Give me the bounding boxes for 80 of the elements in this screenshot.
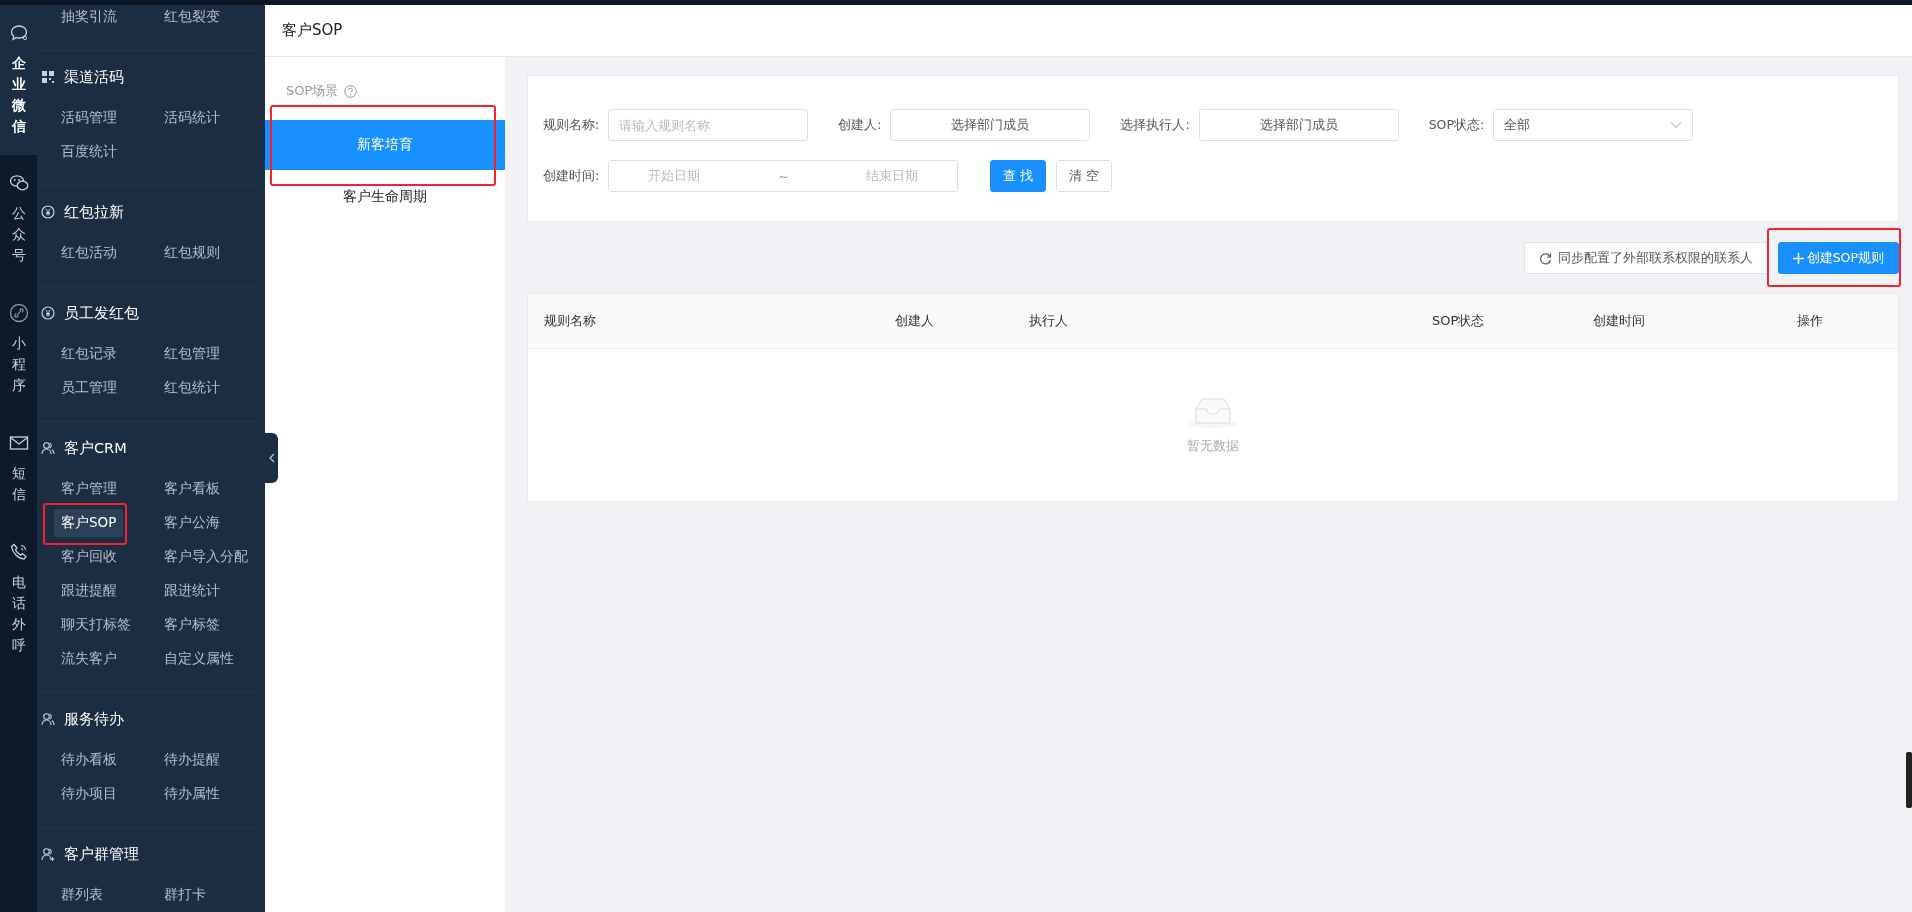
plus-icon	[1792, 252, 1804, 264]
menu-item[interactable]: 客户公海	[157, 509, 227, 537]
menu-item[interactable]: 活码统计	[157, 104, 227, 132]
scene-tab[interactable]: 客户生命周期	[265, 170, 505, 224]
chevron-left-icon	[268, 453, 275, 463]
rail-tab[interactable]: 小程序	[0, 285, 37, 415]
field-label: 创建时间:	[543, 167, 600, 185]
menu-item[interactable]: 客户管理	[54, 475, 124, 503]
column-header: 创建人	[895, 312, 935, 330]
people-add-icon	[41, 847, 55, 861]
status-select[interactable]: 全部	[1493, 109, 1694, 141]
menu-item[interactable]: 群列表	[54, 881, 110, 909]
grid-icon	[41, 70, 55, 84]
section-title: 服务待办	[64, 709, 124, 729]
clear-button[interactable]: 清 空	[1056, 160, 1113, 192]
field-label: 创建人:	[838, 116, 882, 134]
menu-item[interactable]: 待办项目	[54, 780, 124, 808]
field-label: 选择执行人:	[1120, 116, 1190, 134]
column-header: 执行人	[1029, 312, 1069, 330]
text-field[interactable]: 请输入规则名称	[608, 109, 809, 141]
menu-item[interactable]: 客户看板	[157, 475, 227, 503]
yen-coin-icon	[41, 306, 55, 320]
menu-item[interactable]: 百度统计	[54, 138, 124, 166]
menu-item[interactable]: 客户标签	[157, 611, 227, 639]
rail-tab[interactable]: 电话外呼	[0, 524, 37, 675]
section-title: 客户CRM	[64, 438, 127, 458]
menu-item[interactable]: 红包规则	[157, 239, 227, 267]
menu-item[interactable]: 客户SOP	[54, 509, 124, 537]
scrollbar-thumb[interactable]	[1906, 752, 1912, 808]
menu-item[interactable]: 客户导入分配	[157, 543, 255, 571]
menu-item[interactable]: 员工管理	[54, 374, 124, 402]
menu-item[interactable]: 流失客户	[54, 645, 124, 673]
menu-item[interactable]: 红包管理	[157, 340, 227, 368]
column-header: 规则名称	[544, 312, 597, 330]
menu-item[interactable]: 抽奖引流	[54, 5, 124, 31]
help-icon	[344, 84, 358, 98]
rail-tab[interactable]: 短信	[0, 415, 37, 524]
section-title: 客户群管理	[64, 844, 139, 864]
link-circle-icon	[8, 303, 29, 323]
collapse-tab[interactable]	[265, 433, 278, 483]
field-label: 规则名称:	[543, 116, 600, 134]
menu-item[interactable]: 待办属性	[157, 780, 227, 808]
page-title: 客户SOP	[282, 21, 343, 40]
people-icon	[41, 712, 55, 726]
chat-bubble-icon	[8, 23, 29, 43]
section-title: 员工发红包	[64, 303, 139, 323]
envelope-icon	[8, 433, 29, 453]
rail-tab[interactable]: 公众号	[0, 155, 37, 285]
menu-item[interactable]: 跟进统计	[157, 577, 227, 605]
column-header: SOP状态	[1432, 312, 1486, 330]
member-picker[interactable]: 选择部门成员	[1198, 109, 1399, 141]
menu-item[interactable]: 红包裂变	[157, 5, 227, 31]
empty-inbox-icon	[1187, 395, 1239, 429]
refresh-icon	[1538, 251, 1552, 265]
column-header: 操作	[1797, 312, 1824, 330]
menu-item[interactable]: 客户回收	[54, 543, 124, 571]
menu-item[interactable]: 自定义属性	[157, 645, 241, 673]
menu-item[interactable]: 跟进提醒	[54, 577, 124, 605]
menu-item[interactable]: 待办看板	[54, 746, 124, 774]
section-title: 渠道活码	[64, 67, 124, 87]
menu-item[interactable]: 群打卡	[157, 881, 213, 909]
people-icon	[41, 441, 55, 455]
menu-item[interactable]: 红包统计	[157, 374, 227, 402]
member-picker[interactable]: 选择部门成员	[890, 109, 1091, 141]
menu-item[interactable]: 待办提醒	[157, 746, 227, 774]
sync-button[interactable]: 同步配置了外部联系权限的联系人	[1523, 242, 1768, 274]
field-label: SOP状态:	[1428, 116, 1485, 134]
rail-tab[interactable]: 企业微信	[0, 5, 37, 155]
column-header: 创建时间	[1593, 312, 1646, 330]
yen-coin-icon	[41, 205, 55, 219]
phone-icon	[8, 542, 29, 562]
menu-item[interactable]: 活码管理	[54, 104, 124, 132]
empty-message: 暂无数据	[1187, 437, 1239, 455]
chat-bubbles-icon	[8, 173, 29, 193]
menu-item[interactable]: 红包记录	[54, 340, 124, 368]
section-title: 红包拉新	[64, 202, 124, 222]
chevron-down-icon	[1670, 121, 1683, 129]
menu-item[interactable]: 红包活动	[54, 239, 124, 267]
section-label: SOP场景	[286, 82, 339, 100]
menu-item[interactable]: 聊天打标签	[54, 611, 138, 639]
